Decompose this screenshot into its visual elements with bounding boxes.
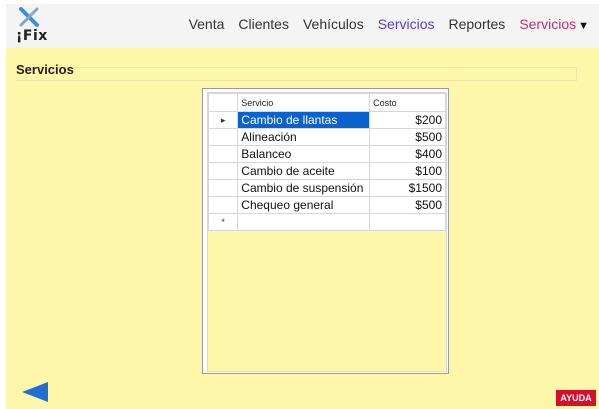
row-header[interactable] — [207, 128, 239, 146]
cell-costo[interactable]: $500 — [369, 128, 446, 146]
back-arrow-icon — [22, 382, 48, 402]
dropdown-label: Servicios — [519, 16, 577, 32]
top-navbar: ¡Fix Venta Clientes Vehículos Servicios … — [6, 4, 599, 48]
table-row[interactable]: Balanceo $400 — [207, 145, 446, 163]
new-row[interactable]: * — [207, 213, 446, 231]
cell-costo[interactable]: $100 — [369, 162, 446, 180]
column-header-servicio[interactable]: Servicio — [237, 93, 371, 112]
cell-servicio[interactable]: Alineación — [237, 128, 371, 146]
services-grid[interactable]: Servicio Costo ▸ Cambio de llantas $200 … — [202, 88, 449, 374]
new-row-indicator[interactable]: * — [207, 213, 239, 231]
section-divider — [16, 67, 577, 81]
help-button[interactable]: AYUDA — [556, 390, 596, 406]
cell-servicio-new[interactable] — [237, 213, 371, 231]
cell-costo-new[interactable] — [369, 213, 446, 231]
nav-reportes[interactable]: Reportes — [449, 16, 506, 32]
row-header-corner — [207, 93, 239, 112]
back-button[interactable] — [22, 382, 48, 407]
app-logo[interactable]: ¡Fix — [16, 4, 56, 48]
table-row[interactable]: Cambio de aceite $100 — [207, 162, 446, 180]
services-table: Servicio Costo ▸ Cambio de llantas $200 … — [207, 93, 446, 231]
cell-costo[interactable]: $500 — [369, 196, 446, 214]
row-header[interactable] — [207, 145, 239, 163]
row-header[interactable] — [207, 179, 239, 197]
row-header[interactable] — [207, 196, 239, 214]
grid-body: Servicio Costo ▸ Cambio de llantas $200 … — [207, 92, 447, 372]
table-row[interactable]: Chequeo general $500 — [207, 196, 446, 214]
table-row[interactable]: Cambio de suspensión $1500 — [207, 179, 446, 197]
table-row[interactable]: ▸ Cambio de llantas $200 — [207, 111, 446, 129]
cell-servicio[interactable]: Cambio de aceite — [237, 162, 371, 180]
cell-servicio[interactable]: Balanceo — [237, 145, 371, 163]
logo-text: ¡Fix — [16, 28, 48, 44]
header-row: Servicio Costo — [207, 93, 446, 112]
cell-servicio[interactable]: Chequeo general — [237, 196, 371, 214]
caret-down-icon: ▼ — [578, 20, 589, 32]
nav-venta[interactable]: Venta — [189, 16, 225, 32]
current-row-indicator[interactable]: ▸ — [207, 111, 239, 129]
tools-icon — [19, 7, 39, 27]
nav-servicios[interactable]: Servicios — [378, 16, 435, 32]
main-menu: Venta Clientes Vehículos Servicios Repor… — [189, 16, 589, 32]
section-title: Servicios — [16, 62, 74, 77]
cell-costo[interactable]: $400 — [369, 145, 446, 163]
cell-costo[interactable]: $1500 — [369, 179, 446, 197]
nav-vehiculos[interactable]: Vehículos — [303, 16, 364, 32]
content-area: Servicios Servicio Costo ▸ Cambio de lla… — [6, 48, 599, 409]
cell-costo[interactable]: $200 — [369, 111, 446, 129]
nav-clientes[interactable]: Clientes — [238, 16, 289, 32]
servicios-dropdown[interactable]: Servicios ▼ — [519, 16, 589, 32]
row-header[interactable] — [207, 162, 239, 180]
cell-servicio[interactable]: Cambio de suspensión — [237, 179, 371, 197]
table-row[interactable]: Alineación $500 — [207, 128, 446, 146]
cell-servicio[interactable]: Cambio de llantas — [237, 111, 371, 129]
column-header-costo[interactable]: Costo — [369, 93, 446, 112]
